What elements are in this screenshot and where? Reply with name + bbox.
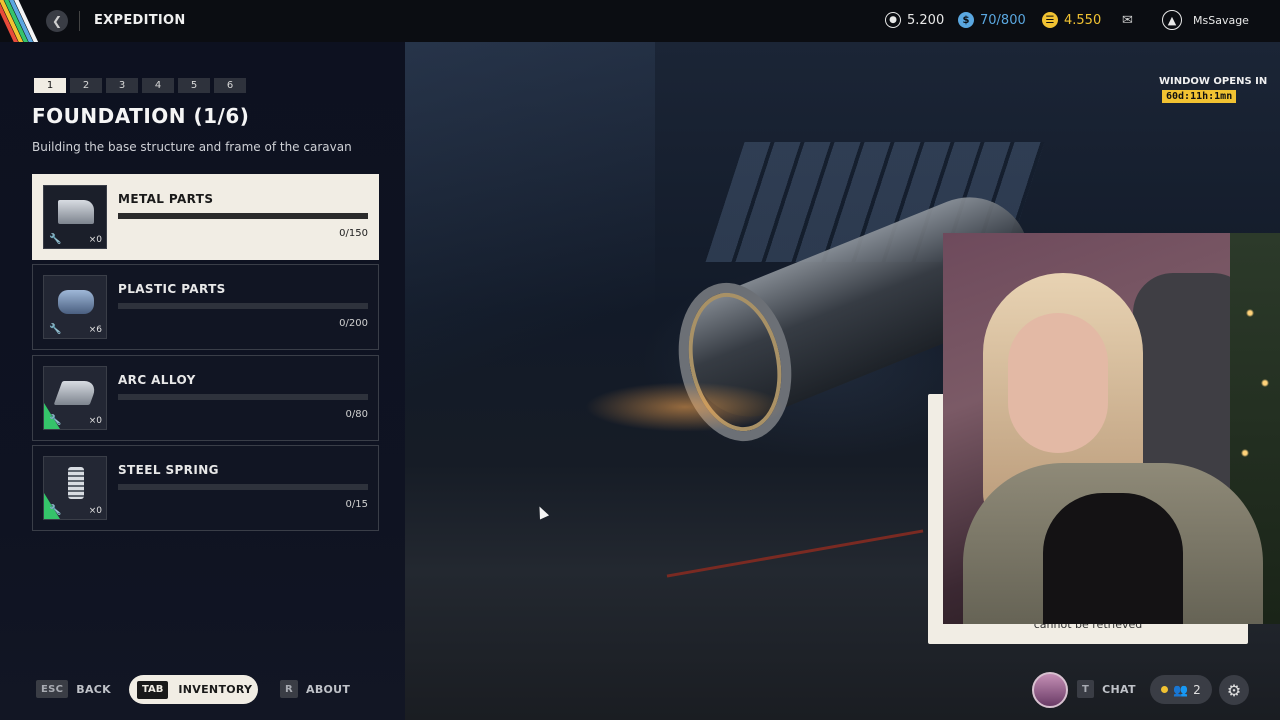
progress-bar: [118, 213, 368, 219]
wrench-icon: 🔧: [49, 505, 62, 516]
stage-tab-2[interactable]: 2: [70, 78, 102, 93]
stage-tab-3[interactable]: 3: [106, 78, 138, 93]
currency-cred[interactable]: $ 70/800: [958, 12, 1026, 28]
material-name: PLASTIC PARTS: [118, 282, 226, 296]
status-dot-icon: [1161, 686, 1169, 693]
material-card-arc-alloy[interactable]: 🔧 ×0 ARC ALLOY 0/80: [32, 355, 379, 441]
material-name: ARC ALLOY: [118, 373, 196, 387]
arc-alloy-icon: 🔧 ×0: [43, 366, 107, 430]
coin-stack-icon: ●: [885, 12, 901, 28]
stage-tab-4[interactable]: 4: [142, 78, 174, 93]
progress-text: 0/200: [339, 318, 368, 329]
currency-tokens[interactable]: ☰ 4.550: [1042, 12, 1101, 28]
chat-label: CHAT: [1102, 682, 1136, 696]
rank-chevron-icon[interactable]: ▲: [1162, 10, 1182, 30]
gear-icon[interactable]: ⚙: [1219, 675, 1249, 705]
tab-key: TAB: [137, 680, 169, 699]
progress-text: 0/80: [345, 409, 368, 420]
material-card-steel-spring[interactable]: 🔧 ×0 STEEL SPRING 0/15: [32, 445, 379, 531]
about-button[interactable]: R ABOUT: [280, 680, 350, 698]
progress-text: 0/150: [339, 228, 368, 239]
progress-bar: [118, 394, 368, 400]
r-key: R: [280, 680, 299, 698]
cred-icon: $: [958, 12, 974, 28]
wrench-icon: 🔧: [49, 415, 62, 426]
stage-tab-6[interactable]: 6: [214, 78, 246, 93]
webcam-feed: [943, 233, 1280, 624]
top-bar: ❮ EXPEDITION ● 5.200 $ 70/800 ☰ 4.550 ✉ …: [0, 0, 1280, 42]
stage-title: FOUNDATION (1/6): [32, 104, 250, 128]
material-card-metal-parts[interactable]: 🔧 ×0 METAL PARTS 0/150: [32, 174, 379, 260]
light-beam: [405, 42, 655, 542]
currency-value: 70/800: [980, 12, 1026, 28]
stage-subtitle: Building the base structure and frame of…: [32, 140, 352, 154]
esc-key: ESC: [36, 680, 69, 698]
token-icon: ☰: [1042, 12, 1058, 28]
divider: [79, 11, 80, 31]
page-title: EXPEDITION: [94, 13, 186, 28]
owned-count: ×0: [88, 416, 102, 426]
owned-count: ×0: [88, 235, 102, 245]
currency-raider-coins[interactable]: ● 5.200: [885, 12, 944, 28]
floor-cable: [666, 529, 924, 578]
chevron-left-icon[interactable]: ❮: [46, 10, 68, 32]
party-count: 2: [1193, 682, 1201, 697]
streamer-top: [1043, 493, 1183, 624]
about-label: ABOUT: [306, 682, 351, 696]
window-opens-label: WINDOW OPENS IN: [1159, 76, 1268, 87]
users-icon: 👥: [1173, 682, 1189, 697]
wrench-icon: 🔧: [49, 234, 62, 245]
owned-count: ×6: [88, 325, 102, 335]
material-name: STEEL SPRING: [118, 463, 219, 477]
username[interactable]: MsSavage: [1193, 14, 1249, 27]
t-key: T: [1077, 680, 1095, 698]
material-card-plastic-parts[interactable]: 🔧 ×6 PLASTIC PARTS 0/200: [32, 264, 379, 350]
back-label: BACK: [76, 682, 111, 696]
avatar[interactable]: [1032, 672, 1068, 708]
inventory-label: INVENTORY: [178, 683, 253, 696]
stage-tab-1[interactable]: 1: [34, 78, 66, 93]
currency-value: 5.200: [907, 12, 945, 28]
metal-parts-icon: 🔧 ×0: [43, 185, 107, 249]
rainbow-stripes-logo: [0, 0, 40, 42]
inventory-button[interactable]: TAB INVENTORY: [129, 675, 258, 704]
material-name: METAL PARTS: [118, 192, 214, 206]
stage-pager: 1 2 3 4 5 6: [34, 78, 246, 93]
candle-glow: [585, 382, 785, 432]
window-timer: 60d:11h:1mn: [1162, 90, 1237, 103]
mail-icon[interactable]: ✉: [1122, 13, 1133, 28]
progress-bar: [118, 303, 368, 309]
back-button[interactable]: ESC BACK: [36, 680, 111, 698]
owned-count: ×0: [88, 506, 102, 516]
plastic-parts-icon: 🔧 ×6: [43, 275, 107, 339]
wrench-icon: 🔧: [49, 324, 62, 335]
game-screen: ❮ EXPEDITION ● 5.200 $ 70/800 ☰ 4.550 ✉ …: [0, 0, 1280, 720]
streamer-face: [1008, 313, 1108, 453]
steel-spring-icon: 🔧 ×0: [43, 456, 107, 520]
progress-text: 0/15: [345, 499, 368, 510]
currency-value: 4.550: [1064, 12, 1102, 28]
progress-bar: [118, 484, 368, 490]
chat-button[interactable]: T CHAT: [1077, 680, 1136, 698]
stage-tab-5[interactable]: 5: [178, 78, 210, 93]
party-button[interactable]: 👥 2: [1150, 675, 1212, 704]
